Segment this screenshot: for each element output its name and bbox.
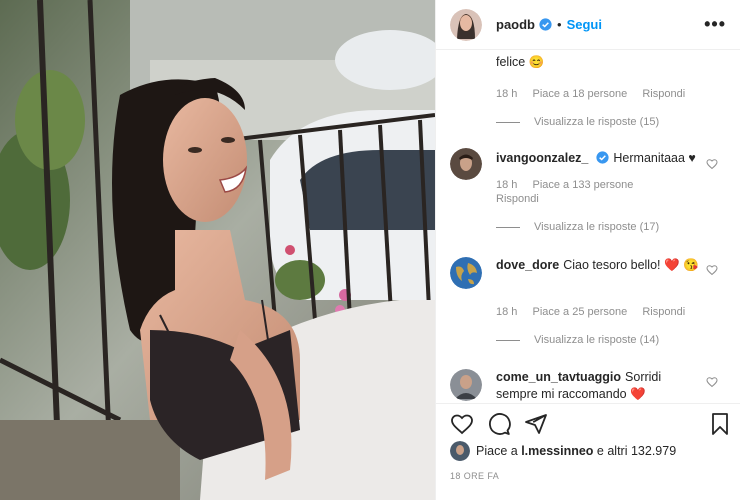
likes-suffix[interactable]: e altri 132.979 xyxy=(597,444,676,458)
view-replies-button[interactable]: Visualizza le risposte (15) xyxy=(496,116,659,128)
comment-text-block: ivangoonzalez_ Hermanitaaa ♥ xyxy=(496,150,704,167)
comments-list[interactable]: felice 😊 18 h Piace a 18 persone Rispond… xyxy=(436,50,740,403)
like-comment-heart-icon[interactable] xyxy=(706,264,718,276)
liker-avatar xyxy=(450,441,470,461)
verified-badge-icon xyxy=(539,18,552,31)
post-header: paodb • Segui ••• xyxy=(436,0,740,50)
share-send-icon[interactable] xyxy=(524,412,548,436)
author-avatar[interactable] xyxy=(450,8,482,41)
reply-button[interactable]: Rispondi xyxy=(642,88,685,100)
post-side-panel: paodb • Segui ••• felice 😊 18 h Piace a … xyxy=(435,0,740,500)
verified-badge-icon xyxy=(596,151,609,164)
comment-text-block: dove_dore Ciao tesoro bello! ❤️ 😘 xyxy=(496,257,704,274)
comment-likes[interactable]: Piace a 133 persone xyxy=(532,179,633,191)
comment-meta: 18 h Piace a 18 persone Rispondi xyxy=(496,86,704,103)
comment-username[interactable]: ivangoonzalez_ xyxy=(496,151,588,165)
post-photo[interactable] xyxy=(0,0,435,500)
like-heart-icon[interactable] xyxy=(450,412,474,436)
commenter-avatar[interactable] xyxy=(450,369,482,401)
like-comment-heart-icon[interactable] xyxy=(706,158,718,170)
author-username[interactable]: paodb xyxy=(496,17,535,32)
reply-button[interactable]: Rispondi xyxy=(642,306,685,318)
replies-divider xyxy=(496,226,520,228)
comment-meta: 18 h Piace a 25 persone Rispondi xyxy=(496,304,704,321)
more-options-icon[interactable]: ••• xyxy=(704,14,726,35)
separator-dot: • xyxy=(557,17,562,32)
comment-meta: 18 h Piace a 133 persone Rispondi xyxy=(496,178,704,206)
comment-text-block: felice 😊 xyxy=(496,54,704,71)
bookmark-save-icon[interactable] xyxy=(708,412,732,436)
comment-text: Hermanitaaa ♥ xyxy=(613,151,696,165)
like-comment-heart-icon[interactable] xyxy=(706,376,718,388)
commenter-avatar[interactable] xyxy=(450,257,482,289)
comment-username[interactable]: dove_dore xyxy=(496,258,559,272)
comment-likes[interactable]: Piace a 18 persone xyxy=(532,88,627,100)
comment-time[interactable]: 18 h xyxy=(496,306,517,318)
comment-likes[interactable]: Piace a 25 persone xyxy=(532,306,627,318)
comment-bubble-icon[interactable] xyxy=(487,412,511,436)
comment-time[interactable]: 18 h xyxy=(496,179,517,191)
comment-text: Ciao tesoro bello! ❤️ 😘 xyxy=(563,258,699,272)
post-action-bar xyxy=(436,403,740,442)
replies-divider xyxy=(496,339,520,341)
post-timestamp[interactable]: 18 ORE FA xyxy=(450,471,499,481)
post-image xyxy=(0,0,435,500)
reply-button[interactable]: Rispondi xyxy=(496,193,539,205)
view-replies-label: Visualizza le risposte (15) xyxy=(534,116,660,128)
view-replies-label: Visualizza le risposte (17) xyxy=(534,221,660,233)
comment-text: felice 😊 xyxy=(496,55,545,69)
likes-user[interactable]: l.messinneo xyxy=(521,444,593,458)
replies-divider xyxy=(496,121,520,123)
view-replies-label: Visualizza le risposte (14) xyxy=(534,334,660,346)
likes-summary[interactable]: Piace a l.messinneo e altri 132.979 xyxy=(450,441,726,461)
comment-text-block: come_un_tavtuaggio Sorridi sempre mi racc… xyxy=(496,369,704,403)
likes-prefix: Piace a xyxy=(476,444,518,458)
comment-username[interactable]: come_un_tavtuaggio xyxy=(496,370,621,384)
comment-time[interactable]: 18 h xyxy=(496,88,517,100)
follow-button[interactable]: Segui xyxy=(567,17,602,32)
view-replies-button[interactable]: Visualizza le risposte (17) xyxy=(496,221,659,233)
commenter-avatar[interactable] xyxy=(450,148,482,180)
view-replies-button[interactable]: Visualizza le risposte (14) xyxy=(496,334,659,346)
